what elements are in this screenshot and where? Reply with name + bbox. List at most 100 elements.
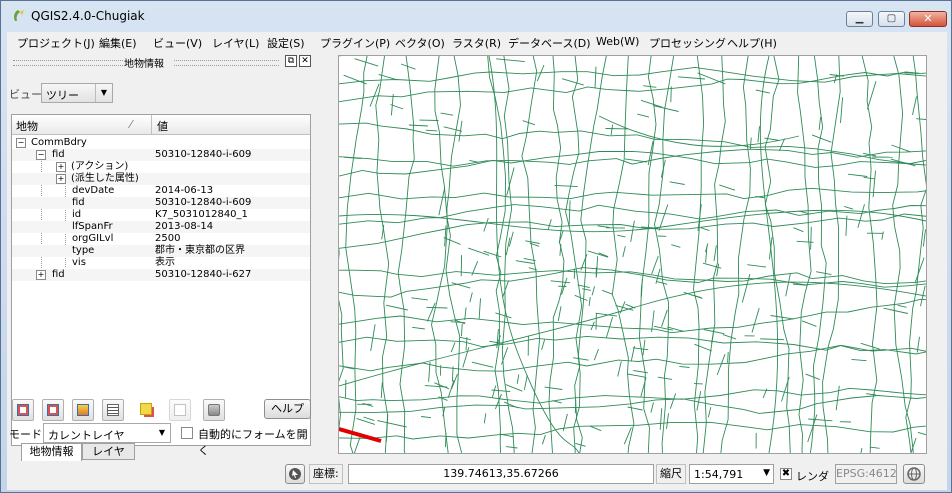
expand-all-button[interactable] — [12, 399, 34, 421]
render-checkbox[interactable]: ✖ — [780, 468, 792, 480]
map-canvas[interactable] — [329, 33, 952, 487]
tree-derived-row[interactable]: + (派生した属性) — [12, 173, 310, 185]
collapse-icon[interactable]: − — [16, 138, 26, 148]
menu-project[interactable]: プロジェクト(J) — [17, 35, 95, 51]
coordinate-field[interactable]: 139.74613,35.67266 — [348, 464, 654, 484]
road-line — [840, 97, 844, 124]
menu-settings[interactable]: 設定(S) — [267, 35, 305, 51]
mode-select[interactable]: カレントレイヤ ▼ — [43, 423, 171, 443]
tab-identify[interactable]: 地物情報 — [21, 443, 82, 461]
road-line — [755, 196, 765, 199]
tab-layers[interactable]: レイヤ — [82, 443, 135, 460]
road-line — [523, 375, 528, 390]
maximize-button[interactable]: ▢ — [878, 11, 905, 27]
menu-vector[interactable]: ベクタ(O) — [395, 35, 445, 51]
crs-status-button[interactable] — [903, 464, 925, 484]
road-line — [434, 55, 463, 474]
attribute-row[interactable]: devDate 2014-06-13 — [12, 185, 310, 197]
crs-button[interactable]: EPSG:4612 — [835, 464, 897, 484]
attribute-row[interactable]: lfSpanFr 2013-08-14 — [12, 221, 310, 233]
road-line — [869, 446, 880, 449]
menu-plugins[interactable]: プラグイン(P) — [320, 35, 390, 51]
attribute-value: 2500 — [155, 233, 181, 244]
expand-icon[interactable]: + — [56, 162, 66, 172]
menu-layer[interactable]: レイヤ(L) — [212, 35, 259, 51]
open-form-button[interactable] — [102, 399, 124, 421]
print-button[interactable] — [203, 399, 225, 421]
minimize-button[interactable]: ▁ — [846, 11, 873, 27]
clear-results-button[interactable] — [136, 399, 158, 421]
road-line — [450, 342, 456, 353]
road-line — [544, 386, 563, 390]
auto-open-form-checkbox[interactable] — [181, 427, 193, 439]
road-line — [816, 271, 832, 276]
menu-web[interactable]: Web(W) — [596, 35, 639, 48]
road-line — [597, 225, 610, 228]
road-line — [872, 170, 876, 198]
road-line — [640, 279, 643, 297]
road-line — [785, 273, 791, 297]
column-value[interactable]: 値 — [157, 118, 168, 134]
road-line — [345, 55, 368, 462]
menu-processing[interactable]: プロセッシング — [649, 35, 726, 51]
road-line — [550, 280, 571, 284]
road-line — [504, 401, 519, 409]
menu-raster[interactable]: ラスタ(R) — [452, 35, 501, 51]
expand-icon[interactable]: + — [36, 270, 46, 280]
view-label: ビュー — [9, 88, 42, 101]
road-line — [338, 71, 938, 103]
close-button[interactable]: ✕ — [909, 11, 947, 27]
road-line — [627, 406, 643, 411]
road-line — [505, 384, 523, 392]
road-line — [461, 323, 463, 337]
tree-feature-row[interactable]: − fid 50310-12840-i-609 — [12, 149, 310, 161]
road-line — [683, 291, 703, 299]
attribute-row[interactable]: type 郡市・東京都の区界 — [12, 245, 310, 257]
view-select-value: ツリー — [46, 89, 79, 102]
tree-feature-row[interactable]: + fid 50310-12840-i-627 — [12, 269, 310, 281]
view-select[interactable]: ツリー ▼ — [41, 83, 113, 103]
close-dock-icon[interactable]: ✕ — [299, 55, 311, 67]
road-line — [591, 286, 596, 296]
scale-select[interactable]: 1:54,791 ▼ — [689, 464, 774, 484]
road-line — [906, 437, 917, 467]
attribute-row[interactable]: orgGILvl 2500 — [12, 233, 310, 245]
menu-database[interactable]: データベース(D) — [508, 35, 591, 51]
expand-new-icon — [77, 404, 89, 416]
expand-icon[interactable]: + — [56, 174, 66, 184]
attribute-row[interactable]: id K7_5031012840_1 — [12, 209, 310, 221]
toggle-extents-button[interactable] — [285, 464, 305, 484]
float-dock-icon[interactable]: ⧉ — [285, 55, 297, 67]
attribute-row[interactable]: vis 表示 — [12, 257, 310, 269]
menu-view[interactable]: ビュー(V) — [153, 35, 202, 51]
dock-title-bar[interactable]: 地物情報 ⧉ ✕ — [9, 54, 312, 70]
road-line — [640, 99, 663, 108]
menu-bar: プロジェクト(J) 編集(E) ビュー(V) レイヤ(L) 設定(S) プラグイ… — [7, 32, 947, 52]
road-line — [362, 402, 374, 407]
road-line — [693, 55, 705, 474]
dock-tabs: 地物情報 レイヤ — [15, 443, 315, 461]
tree-actions-row[interactable]: + (アクション) — [12, 161, 310, 173]
road-line — [659, 408, 663, 430]
road-line — [610, 124, 614, 136]
collapse-icon[interactable]: − — [36, 150, 46, 160]
identify-toolbar: ヘルプ — [9, 399, 312, 423]
tree-layer-row[interactable]: − CommBdry — [12, 137, 310, 149]
menu-edit[interactable]: 編集(E) — [99, 35, 137, 51]
road-line — [805, 373, 821, 381]
identify-tree[interactable]: 地物 ⁄ 値 − CommBdry − fid 50310-12840-i-60… — [11, 114, 311, 446]
attribute-row[interactable]: fid 50310-12840-i-609 — [12, 197, 310, 209]
road-line — [561, 78, 584, 86]
copy-button[interactable] — [169, 399, 191, 421]
road-line — [502, 280, 510, 298]
road-line — [650, 402, 654, 413]
column-feature[interactable]: 地物 — [16, 118, 38, 134]
collapse-all-button[interactable] — [42, 399, 64, 421]
road-line — [488, 55, 580, 454]
road-line — [861, 55, 878, 474]
mode-label: モード — [9, 428, 42, 441]
attribute-key: lfSpanFr — [72, 221, 113, 232]
menu-help[interactable]: ヘルプ(H) — [727, 35, 777, 51]
expand-new-results-button[interactable] — [72, 399, 94, 421]
help-button[interactable]: ヘルプ — [264, 399, 311, 419]
